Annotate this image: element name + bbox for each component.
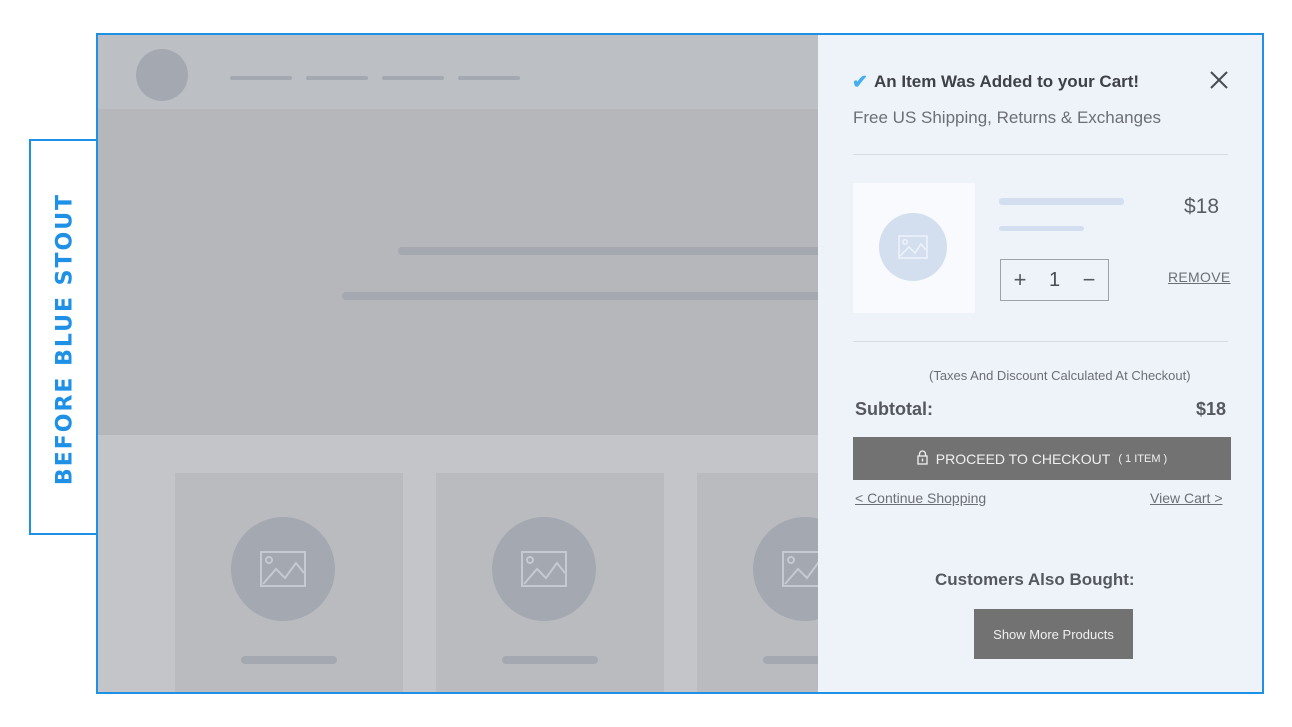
lock-icon [917, 449, 928, 468]
quantity-value[interactable]: 1 [1049, 269, 1060, 292]
subtotal-value: $18 [1196, 399, 1227, 419]
bg-hero-line [398, 247, 838, 255]
side-tab-label: BEFORE BLUE STOUT [52, 192, 78, 486]
subtotal-label: Subtotal: [855, 399, 933, 419]
divider [853, 154, 1228, 155]
bg-logo-placeholder [136, 49, 188, 101]
check-icon: ✔ [852, 72, 868, 93]
bg-nav-link [382, 76, 444, 80]
continue-shopping-link[interactable]: < Continue Shopping [855, 490, 986, 506]
bg-navbar [98, 35, 818, 109]
item-price: $18 [1184, 195, 1220, 218]
side-tab: BEFORE BLUE STOUT [29, 139, 97, 535]
quantity-stepper[interactable]: + 1 − [1000, 259, 1109, 301]
divider [853, 341, 1228, 342]
image-placeholder-icon [879, 213, 947, 281]
item-name-placeholder [999, 198, 1124, 205]
bg-card-line [502, 656, 598, 664]
shipping-note: Free US Shipping, Returns & Exchanges [853, 108, 1162, 127]
remove-item-link[interactable]: REMOVE [1168, 269, 1230, 285]
bg-nav-link [458, 76, 520, 80]
close-icon[interactable] [1206, 67, 1232, 93]
proceed-to-checkout-button[interactable]: PROCEED TO CHECKOUT ( 1 ITEM ) [853, 437, 1231, 480]
dimmed-background-page[interactable] [98, 35, 925, 692]
image-placeholder-icon [231, 517, 335, 621]
checkout-item-count: ( 1 ITEM ) [1118, 452, 1168, 465]
screenshot-frame: ✔ An Item Was Added to your Cart! Free U… [96, 33, 1264, 694]
item-variant-placeholder [999, 226, 1084, 231]
bg-product-card [175, 473, 403, 692]
taxes-note: (Taxes And Discount Calculated At Checko… [929, 368, 1191, 383]
show-more-products-button[interactable]: Show More Products [974, 609, 1133, 659]
bg-card-line [241, 656, 337, 664]
view-cart-link[interactable]: View Cart > [1150, 490, 1223, 506]
bg-hero-line [342, 292, 842, 300]
image-placeholder-icon [492, 517, 596, 621]
plus-icon[interactable]: + [1009, 269, 1031, 291]
minus-icon[interactable]: − [1078, 269, 1100, 291]
bg-hero [98, 109, 842, 435]
customers-also-bought-title: Customers Also Bought: [935, 570, 1135, 589]
cart-drawer: ✔ An Item Was Added to your Cart! Free U… [818, 35, 1262, 692]
bg-product-card [436, 473, 664, 692]
cart-added-title: An Item Was Added to your Cart! [874, 72, 1140, 91]
bg-nav-link [306, 76, 368, 80]
bg-nav-link [230, 76, 292, 80]
checkout-label: PROCEED TO CHECKOUT [935, 450, 1111, 467]
cart-item-thumbnail[interactable] [853, 183, 975, 313]
